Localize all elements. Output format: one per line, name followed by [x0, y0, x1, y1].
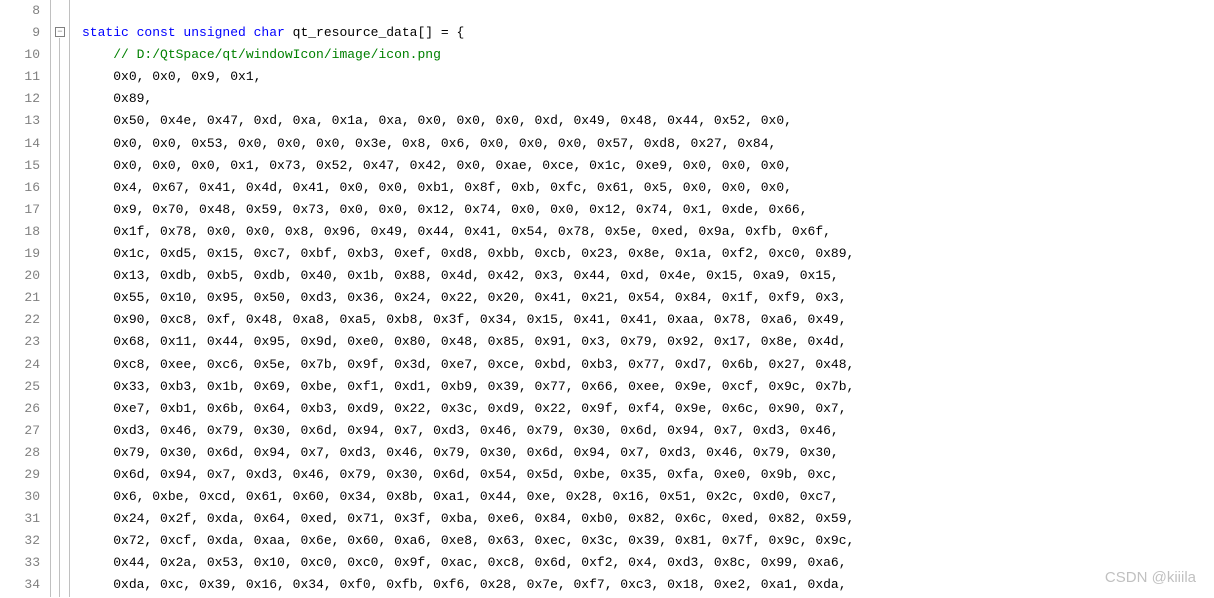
- code-token: 0x50, 0x4e, 0x47, 0xd, 0xa, 0x1a, 0xa, 0…: [113, 113, 792, 128]
- code-line: 0x44, 0x2a, 0x53, 0x10, 0xc0, 0xc0, 0x9f…: [82, 552, 854, 574]
- line-number: 11: [0, 66, 40, 88]
- code-token: static const unsigned char: [82, 25, 293, 40]
- line-number: 16: [0, 177, 40, 199]
- code-line: 0x1c, 0xd5, 0x15, 0xc7, 0xbf, 0xb3, 0xef…: [82, 243, 854, 265]
- line-number: 34: [0, 574, 40, 596]
- line-number: 10: [0, 44, 40, 66]
- code-token: 0x68, 0x11, 0x44, 0x95, 0x9d, 0xe0, 0x80…: [113, 334, 846, 349]
- code-line: // D:/QtSpace/qt/windowIcon/image/icon.p…: [82, 44, 854, 66]
- code-line: 0x1f, 0x78, 0x0, 0x0, 0x8, 0x96, 0x49, 0…: [82, 221, 854, 243]
- line-number: 19: [0, 243, 40, 265]
- fold-column: −: [50, 0, 70, 597]
- code-line: 0xc8, 0xee, 0xc6, 0x5e, 0x7b, 0x9f, 0x3d…: [82, 354, 854, 376]
- line-number: 31: [0, 508, 40, 530]
- code-token: 0x33, 0xb3, 0x1b, 0x69, 0xbe, 0xf1, 0xd1…: [113, 379, 854, 394]
- code-line: 0xda, 0xc, 0x39, 0x16, 0x34, 0xf0, 0xfb,…: [82, 574, 854, 596]
- fold-collapse-icon[interactable]: −: [55, 27, 65, 37]
- code-line: 0x55, 0x10, 0x95, 0x50, 0xd3, 0x36, 0x24…: [82, 287, 854, 309]
- code-token: 0xe7, 0xb1, 0x6b, 0x64, 0xb3, 0xd9, 0x22…: [113, 401, 846, 416]
- code-token: 0xda, 0xc, 0x39, 0x16, 0x34, 0xf0, 0xfb,…: [113, 577, 846, 592]
- line-number: 24: [0, 354, 40, 376]
- code-token: 0xd3, 0x46, 0x79, 0x30, 0x6d, 0x94, 0x7,…: [113, 423, 839, 438]
- code-line: 0x24, 0x2f, 0xda, 0x64, 0xed, 0x71, 0x3f…: [82, 508, 854, 530]
- code-token: 0x90, 0xc8, 0xf, 0x48, 0xa8, 0xa5, 0xb8,…: [113, 312, 846, 327]
- code-token: 0x4, 0x67, 0x41, 0x4d, 0x41, 0x0, 0x0, 0…: [113, 180, 792, 195]
- line-number: 17: [0, 199, 40, 221]
- code-token: // D:/QtSpace/qt/windowIcon/image/icon.p…: [113, 47, 441, 62]
- code-token: 0x1c, 0xd5, 0x15, 0xc7, 0xbf, 0xb3, 0xef…: [113, 246, 854, 261]
- code-line: 0x50, 0x4e, 0x47, 0xd, 0xa, 0x1a, 0xa, 0…: [82, 110, 854, 132]
- line-number: 12: [0, 88, 40, 110]
- line-number: 15: [0, 155, 40, 177]
- line-number: 33: [0, 552, 40, 574]
- code-token: 0x0, 0x0, 0x53, 0x0, 0x0, 0x0, 0x3e, 0x8…: [113, 136, 776, 151]
- code-token: 0x6d, 0x94, 0x7, 0xd3, 0x46, 0x79, 0x30,…: [113, 467, 839, 482]
- line-number: 28: [0, 442, 40, 464]
- code-token: 0xc8, 0xee, 0xc6, 0x5e, 0x7b, 0x9f, 0x3d…: [113, 357, 854, 372]
- line-number: 14: [0, 133, 40, 155]
- code-line: static const unsigned char qt_resource_d…: [82, 22, 854, 44]
- code-token: 0x13, 0xdb, 0xb5, 0xdb, 0x40, 0x1b, 0x88…: [113, 268, 839, 283]
- code-token: 0x79, 0x30, 0x6d, 0x94, 0x7, 0xd3, 0x46,…: [113, 445, 839, 460]
- line-number: 9: [0, 22, 40, 44]
- code-token: 0x6, 0xbe, 0xcd, 0x61, 0x60, 0x34, 0x8b,…: [113, 489, 839, 504]
- code-token: 0x0, 0x0, 0x9, 0x1,: [113, 69, 261, 84]
- code-token: 0x1f, 0x78, 0x0, 0x0, 0x8, 0x96, 0x49, 0…: [113, 224, 831, 239]
- line-number: 29: [0, 464, 40, 486]
- line-number: 26: [0, 398, 40, 420]
- line-number: 30: [0, 486, 40, 508]
- line-number: 13: [0, 110, 40, 132]
- line-number: 18: [0, 221, 40, 243]
- line-number: 21: [0, 287, 40, 309]
- code-token: qt_resource_data[] = {: [293, 25, 465, 40]
- fold-guide-line: [59, 38, 60, 597]
- line-number: 23: [0, 331, 40, 353]
- code-line: 0x4, 0x67, 0x41, 0x4d, 0x41, 0x0, 0x0, 0…: [82, 177, 854, 199]
- code-line: 0xd3, 0x46, 0x79, 0x30, 0x6d, 0x94, 0x7,…: [82, 420, 854, 442]
- watermark-text: CSDN @kiiila: [1105, 565, 1196, 591]
- code-line: 0x13, 0xdb, 0xb5, 0xdb, 0x40, 0x1b, 0x88…: [82, 265, 854, 287]
- code-area[interactable]: static const unsigned char qt_resource_d…: [70, 0, 854, 597]
- code-line: [82, 0, 854, 22]
- code-line: 0x90, 0xc8, 0xf, 0x48, 0xa8, 0xa5, 0xb8,…: [82, 309, 854, 331]
- code-token: 0x55, 0x10, 0x95, 0x50, 0xd3, 0x36, 0x24…: [113, 290, 846, 305]
- line-number: 25: [0, 376, 40, 398]
- code-token: 0x9, 0x70, 0x48, 0x59, 0x73, 0x0, 0x0, 0…: [113, 202, 807, 217]
- code-line: 0x9, 0x70, 0x48, 0x59, 0x73, 0x0, 0x0, 0…: [82, 199, 854, 221]
- code-line: 0x89,: [82, 88, 854, 110]
- code-line: 0x0, 0x0, 0x0, 0x1, 0x73, 0x52, 0x47, 0x…: [82, 155, 854, 177]
- code-line: 0x6d, 0x94, 0x7, 0xd3, 0x46, 0x79, 0x30,…: [82, 464, 854, 486]
- line-number: 32: [0, 530, 40, 552]
- code-token: 0x44, 0x2a, 0x53, 0x10, 0xc0, 0xc0, 0x9f…: [113, 555, 846, 570]
- line-number: 8: [0, 0, 40, 22]
- line-number-gutter: 8910111213141516171819202122232425262728…: [0, 0, 50, 597]
- line-number: 22: [0, 309, 40, 331]
- code-line: 0x68, 0x11, 0x44, 0x95, 0x9d, 0xe0, 0x80…: [82, 331, 854, 353]
- code-token: 0x0, 0x0, 0x0, 0x1, 0x73, 0x52, 0x47, 0x…: [113, 158, 792, 173]
- code-token: 0x72, 0xcf, 0xda, 0xaa, 0x6e, 0x60, 0xa6…: [113, 533, 854, 548]
- code-line: 0x33, 0xb3, 0x1b, 0x69, 0xbe, 0xf1, 0xd1…: [82, 376, 854, 398]
- line-number: 27: [0, 420, 40, 442]
- code-token: 0x89,: [113, 91, 152, 106]
- code-line: 0x79, 0x30, 0x6d, 0x94, 0x7, 0xd3, 0x46,…: [82, 442, 854, 464]
- code-line: 0x6, 0xbe, 0xcd, 0x61, 0x60, 0x34, 0x8b,…: [82, 486, 854, 508]
- code-line: 0xe7, 0xb1, 0x6b, 0x64, 0xb3, 0xd9, 0x22…: [82, 398, 854, 420]
- code-line: 0x72, 0xcf, 0xda, 0xaa, 0x6e, 0x60, 0xa6…: [82, 530, 854, 552]
- line-number: 20: [0, 265, 40, 287]
- code-line: 0x0, 0x0, 0x53, 0x0, 0x0, 0x0, 0x3e, 0x8…: [82, 133, 854, 155]
- code-line: 0x0, 0x0, 0x9, 0x1,: [82, 66, 854, 88]
- code-token: 0x24, 0x2f, 0xda, 0x64, 0xed, 0x71, 0x3f…: [113, 511, 854, 526]
